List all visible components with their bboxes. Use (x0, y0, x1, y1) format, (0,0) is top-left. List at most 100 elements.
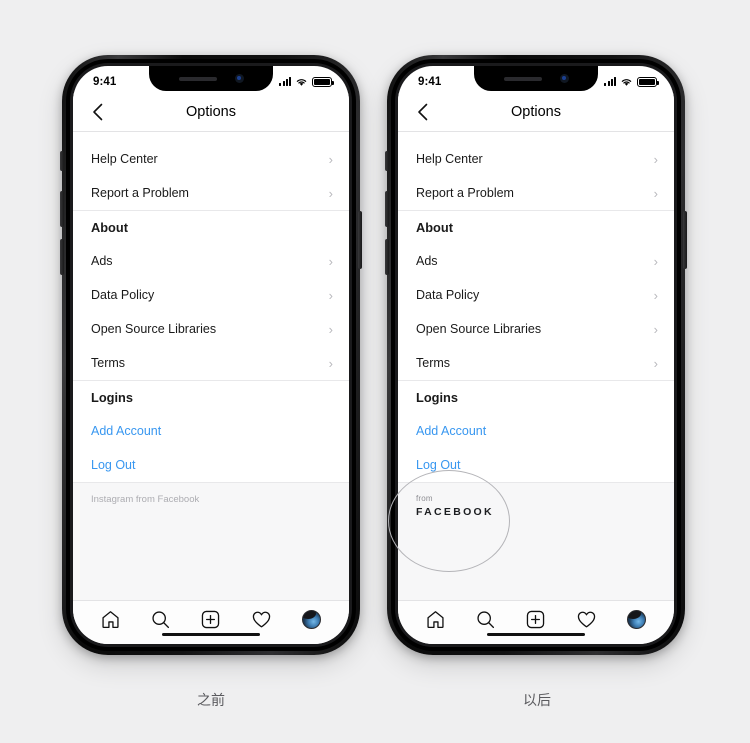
list-item-label: Log Out (416, 458, 461, 472)
wifi-icon (296, 78, 307, 86)
list-item-ads[interactable]: Ads › (398, 244, 674, 278)
list-item-label: Ads (91, 254, 113, 268)
list-item-label: Terms (416, 356, 451, 370)
list-item-terms[interactable]: Terms › (398, 346, 674, 380)
page-title: Options (186, 104, 236, 120)
notch (474, 66, 598, 91)
list-item-label: Log Out (91, 458, 136, 472)
list-item-data-policy[interactable]: Data Policy › (73, 278, 349, 312)
chevron-left-icon[interactable] (87, 101, 109, 123)
home-icon[interactable] (423, 608, 447, 632)
earpiece-speaker-icon (503, 76, 542, 81)
chevron-right-icon: › (653, 321, 658, 337)
list-item-label: Terms (91, 356, 126, 370)
home-indicator[interactable] (162, 632, 260, 636)
list-item-label: Report a Problem (91, 186, 189, 200)
tab-bar (398, 600, 674, 644)
page-title: Options (511, 104, 561, 120)
volume-down-button[interactable] (60, 239, 64, 275)
list-item-report-a-problem[interactable]: Report a Problem › (73, 176, 349, 210)
chevron-left-icon[interactable] (412, 101, 434, 123)
list-item-add-account[interactable]: Add Account (73, 414, 349, 448)
avatar (627, 610, 647, 629)
list-item-log-out[interactable]: Log Out (73, 448, 349, 482)
home-indicator[interactable] (487, 632, 585, 636)
phone-screen: 9:41 Options Help Center › Report a Prob… (398, 66, 674, 644)
phone-screen: 9:41 Options Help Center › Report a Prob… (73, 66, 349, 644)
cellular-signal-icon (279, 77, 291, 86)
profile-avatar-icon[interactable] (625, 608, 649, 632)
phone-mockup-before: 9:41 Options Help Center › Report a Prob… (60, 55, 362, 655)
chevron-right-icon: › (653, 287, 658, 303)
mute-switch[interactable] (385, 151, 389, 171)
volume-down-button[interactable] (385, 239, 389, 275)
volume-up-button[interactable] (385, 191, 389, 227)
list-item-open-source-libraries[interactable]: Open Source Libraries › (398, 312, 674, 346)
list-item-report-a-problem[interactable]: Report a Problem › (398, 176, 674, 210)
facebook-wordmark: FACEBOOK (416, 506, 494, 518)
options-list: Help Center › Report a Problem › About A… (73, 132, 349, 600)
list-item-label: Ads (416, 254, 438, 268)
search-icon[interactable] (474, 608, 498, 632)
status-time: 9:41 (418, 75, 442, 88)
tab-bar (73, 600, 349, 644)
list-item-label: Add Account (416, 424, 487, 438)
list-item-label: Help Center (416, 152, 483, 166)
section-header-label: About (91, 220, 128, 235)
navigation-bar: Options (73, 93, 349, 132)
caption-before: 之前 (197, 692, 225, 708)
list-top-spacer (73, 132, 349, 142)
add-post-icon[interactable] (199, 608, 223, 632)
list-item-label: Open Source Libraries (416, 322, 542, 336)
chevron-right-icon: › (653, 355, 658, 371)
chevron-right-icon: › (653, 185, 658, 201)
power-button[interactable] (683, 211, 687, 269)
battery-icon (637, 76, 659, 87)
comparison-stage: 9:41 Options Help Center › Report a Prob… (0, 0, 750, 743)
footer-branding: from FACEBOOK (398, 482, 674, 600)
list-item-label: Open Source Libraries (91, 322, 217, 336)
chevron-right-icon: › (328, 185, 333, 201)
cellular-signal-icon (604, 77, 616, 86)
footer-from-label: from (416, 494, 433, 503)
navigation-bar: Options (398, 93, 674, 132)
footer-branding: Instagram from Facebook (73, 482, 349, 600)
list-item-label: Data Policy (91, 288, 155, 302)
add-post-icon[interactable] (524, 608, 548, 632)
section-header-label: Logins (416, 390, 458, 405)
earpiece-speaker-icon (178, 76, 217, 81)
section-header-about: About (398, 210, 674, 244)
profile-avatar-icon[interactable] (300, 608, 324, 632)
caption-after: 以后 (523, 692, 551, 708)
home-icon[interactable] (98, 608, 122, 632)
list-item-data-policy[interactable]: Data Policy › (398, 278, 674, 312)
chevron-right-icon: › (328, 151, 333, 167)
notch (149, 66, 273, 91)
mute-switch[interactable] (60, 151, 64, 171)
list-item-label: Help Center (91, 152, 158, 166)
list-item-help-center[interactable]: Help Center › (398, 142, 674, 176)
power-button[interactable] (358, 211, 362, 269)
front-camera-icon (234, 74, 244, 83)
front-camera-icon (559, 74, 569, 83)
list-item-label: Data Policy (416, 288, 480, 302)
heart-icon[interactable] (574, 608, 598, 632)
list-item-log-out[interactable]: Log Out (398, 448, 674, 482)
list-item-help-center[interactable]: Help Center › (73, 142, 349, 176)
wifi-icon (621, 78, 632, 86)
list-item-label: Add Account (91, 424, 162, 438)
chevron-right-icon: › (653, 151, 658, 167)
volume-up-button[interactable] (60, 191, 64, 227)
options-list: Help Center › Report a Problem › About A… (398, 132, 674, 600)
list-item-terms[interactable]: Terms › (73, 346, 349, 380)
search-icon[interactable] (149, 608, 173, 632)
heart-icon[interactable] (249, 608, 273, 632)
section-header-label: Logins (91, 390, 133, 405)
chevron-right-icon: › (653, 253, 658, 269)
list-item-add-account[interactable]: Add Account (398, 414, 674, 448)
chevron-right-icon: › (328, 253, 333, 269)
avatar (302, 610, 322, 629)
list-item-ads[interactable]: Ads › (73, 244, 349, 278)
list-item-label: Report a Problem (416, 186, 514, 200)
list-item-open-source-libraries[interactable]: Open Source Libraries › (73, 312, 349, 346)
